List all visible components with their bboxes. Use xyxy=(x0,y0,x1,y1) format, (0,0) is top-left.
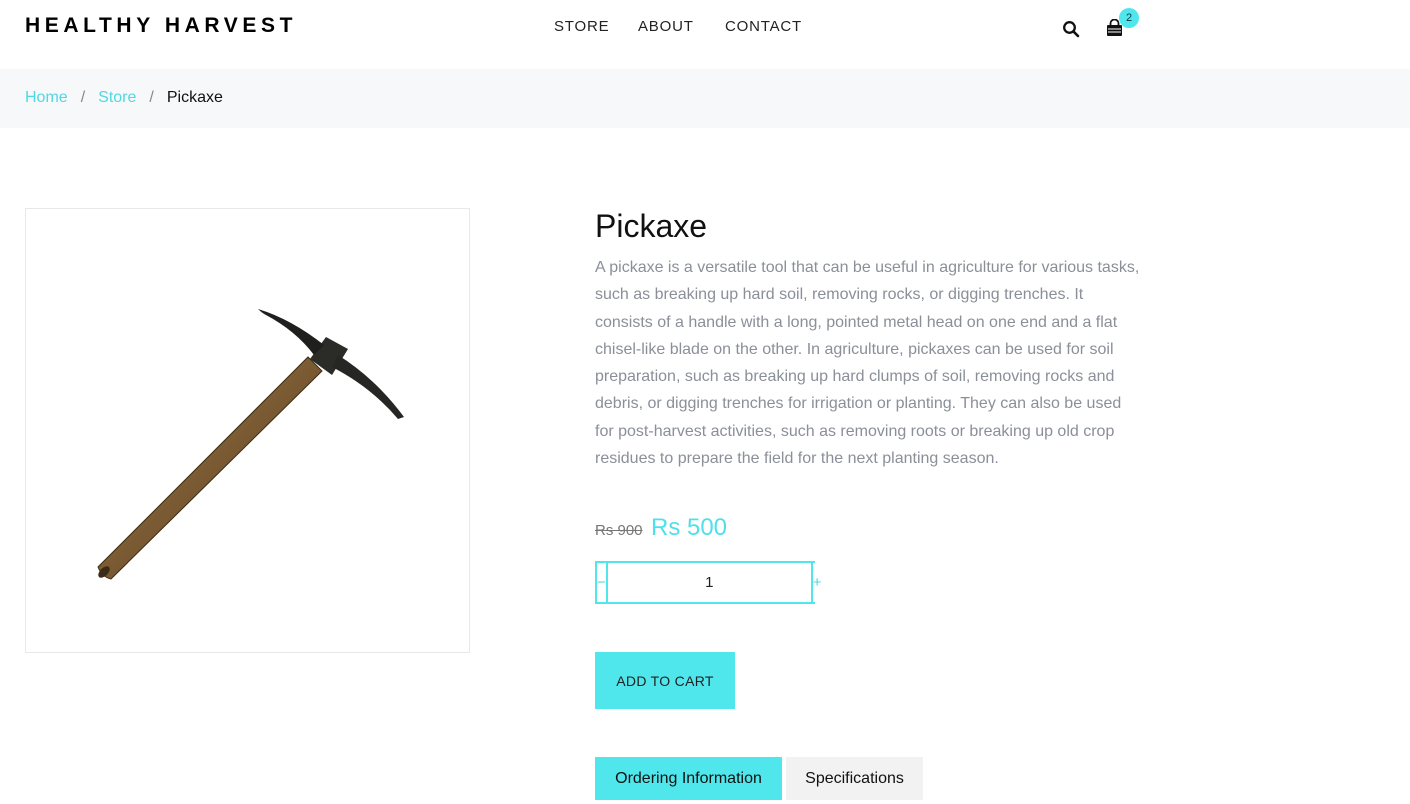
cart-count-badge: 2 xyxy=(1119,8,1139,28)
price-sale: Rs 500 xyxy=(650,514,728,541)
add-to-cart-button[interactable]: ADD TO CART xyxy=(595,652,735,709)
quantity-stepper: − + xyxy=(595,561,822,604)
breadcrumb-store[interactable]: Store xyxy=(98,89,136,106)
brand-logo[interactable]: HEALTHY HARVEST xyxy=(25,14,297,38)
product-description: A pickaxe is a versatile tool that can b… xyxy=(595,259,1140,468)
tab-specifications[interactable]: Specifications xyxy=(786,757,923,800)
breadcrumb: Home / Store / Pickaxe xyxy=(25,89,223,107)
quantity-input[interactable] xyxy=(607,563,811,602)
price-original: Rs 900 xyxy=(595,522,643,539)
quantity-decrement-button[interactable]: − xyxy=(597,563,608,602)
breadcrumb-separator: / xyxy=(149,89,154,106)
site-header: HEALTHY HARVEST STORE ABOUT CONTACT 2 xyxy=(0,0,1410,69)
breadcrumb-bar: Home / Store / Pickaxe xyxy=(0,69,1410,128)
pickaxe-illustration xyxy=(97,309,404,580)
tab-ordering-information[interactable]: Ordering Information xyxy=(595,757,782,800)
breadcrumb-separator: / xyxy=(80,89,86,106)
search-icon[interactable] xyxy=(1062,20,1080,38)
product-title: Pickaxe xyxy=(595,208,708,244)
product-image xyxy=(25,208,470,653)
breadcrumb-home[interactable]: Home xyxy=(25,89,68,106)
breadcrumb-current: Pickaxe xyxy=(166,89,223,106)
price-row: Rs 900 Rs 500 xyxy=(595,514,727,542)
nav-item-store[interactable]: STORE xyxy=(554,18,609,35)
quantity-increment-button[interactable]: + xyxy=(810,563,822,602)
nav-item-about[interactable]: ABOUT xyxy=(638,18,694,35)
nav-item-contact[interactable]: CONTACT xyxy=(725,18,802,35)
